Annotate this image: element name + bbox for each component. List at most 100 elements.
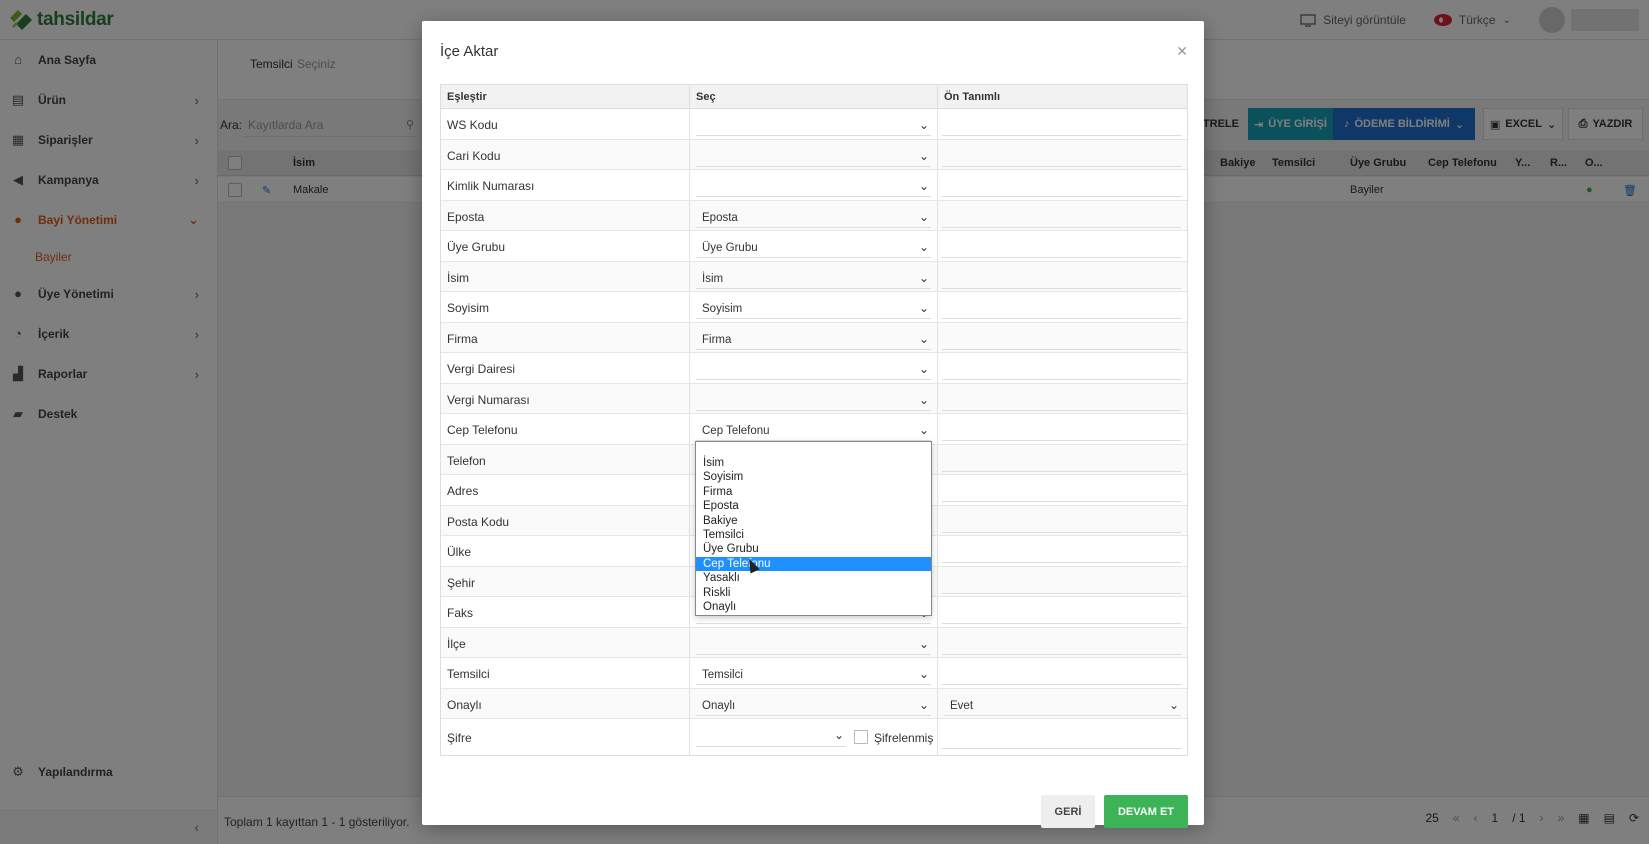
column-select[interactable]: Soyisim ⌄ bbox=[696, 295, 931, 319]
field-label: Kimlik Numarası bbox=[441, 170, 690, 200]
dropdown-option[interactable]: Bakiye bbox=[696, 514, 931, 528]
default-value-input[interactable] bbox=[942, 112, 1181, 136]
field-label: WS Kodu bbox=[441, 109, 690, 139]
chevron-down-icon: ⌄ bbox=[918, 636, 929, 651]
default-value-input[interactable] bbox=[942, 631, 1181, 655]
dropdown-option[interactable]: Temsilci bbox=[696, 528, 931, 542]
chevron-down-icon: ⌄ bbox=[918, 697, 929, 712]
default-value-input[interactable] bbox=[942, 417, 1181, 441]
field-label: Vergi Numarası bbox=[441, 383, 690, 413]
password-row: Şifre ⌄ Şifrelenmiş bbox=[441, 719, 1187, 755]
dropdown-option[interactable]: Yasaklı bbox=[696, 571, 931, 585]
mapping-table-header: Eşleştir Seç Ön Tanımlı bbox=[441, 85, 1187, 109]
column-select[interactable]: ⌄ bbox=[696, 356, 931, 380]
close-icon[interactable]: ✕ bbox=[1176, 43, 1188, 60]
dropdown-option[interactable]: Eposta bbox=[696, 499, 931, 513]
default-value-input[interactable] bbox=[942, 661, 1181, 685]
chevron-down-icon: ⌄ bbox=[918, 667, 929, 681]
modal-title: İçe Aktar bbox=[440, 43, 499, 60]
default-value-input[interactable] bbox=[942, 295, 1181, 319]
mapping-row: Temsilci Temsilci ⌄ bbox=[441, 658, 1187, 689]
column-select[interactable]: ⌄ bbox=[696, 387, 931, 411]
field-label: Faks bbox=[441, 597, 690, 627]
chevron-down-icon: ⌄ bbox=[833, 728, 844, 742]
field-label: İsim bbox=[441, 261, 690, 291]
column-select[interactable]: Firma ⌄ bbox=[696, 326, 931, 350]
mapping-row: WS Kodu ⌄ bbox=[441, 109, 1187, 140]
column-select-value: Üye Grubu bbox=[702, 242, 758, 254]
column-select[interactable]: İsim ⌄ bbox=[696, 265, 931, 289]
column-header-match: Eşleştir bbox=[441, 85, 690, 108]
password-default-input[interactable] bbox=[942, 725, 1181, 749]
column-select[interactable]: ⌄ bbox=[696, 173, 931, 197]
mapping-row: Vergi Dairesi ⌄ bbox=[441, 353, 1187, 384]
chevron-down-icon: ⌄ bbox=[918, 209, 929, 224]
chevron-down-icon: ⌄ bbox=[918, 362, 929, 376]
column-select-value: İsim bbox=[702, 272, 724, 285]
default-value-input[interactable] bbox=[942, 509, 1181, 533]
default-value-input[interactable] bbox=[942, 326, 1181, 350]
dropdown-option[interactable]: Onaylı bbox=[696, 600, 931, 614]
dropdown-option[interactable]: İsim bbox=[696, 456, 931, 470]
default-value-input[interactable] bbox=[942, 387, 1181, 411]
column-header-select: Seç bbox=[690, 85, 938, 108]
mapping-table: Eşleştir Seç Ön Tanımlı WS Kodu ⌄ Cari Kod… bbox=[440, 84, 1188, 756]
default-value-input[interactable] bbox=[942, 143, 1181, 167]
field-label: Vergi Dairesi bbox=[441, 353, 690, 383]
mapping-row: Cari Kodu ⌄ bbox=[441, 139, 1187, 170]
column-select[interactable]: Üye Grubu ⌄ bbox=[696, 234, 931, 258]
column-select[interactable]: Cep Telefonu ⌄ bbox=[696, 417, 931, 441]
default-value-input[interactable] bbox=[942, 265, 1181, 289]
default-value-input[interactable] bbox=[942, 234, 1181, 258]
dropdown-option[interactable]: Cep Telefonu bbox=[696, 556, 931, 572]
field-label: İlçe bbox=[441, 627, 690, 657]
mapping-row: Eposta Eposta ⌄ bbox=[441, 200, 1187, 231]
default-value-input[interactable] bbox=[942, 448, 1181, 472]
column-select[interactable]: ⌄ bbox=[696, 143, 931, 167]
chevron-down-icon: ⌄ bbox=[918, 392, 929, 407]
default-value-input[interactable] bbox=[942, 600, 1181, 624]
mapping-row: İlçe ⌄ bbox=[441, 627, 1187, 658]
default-value-input[interactable] bbox=[942, 539, 1181, 563]
back-button[interactable]: GERİ bbox=[1041, 795, 1095, 828]
chevron-down-icon: ⌄ bbox=[918, 270, 929, 285]
column-select[interactable]: Eposta ⌄ bbox=[696, 204, 931, 228]
column-select-value: Cep Telefonu bbox=[702, 425, 770, 437]
field-label: Firma bbox=[441, 322, 690, 352]
column-select[interactable]: ⌄ bbox=[696, 631, 931, 655]
default-value-input[interactable] bbox=[942, 478, 1181, 502]
default-value-input[interactable] bbox=[942, 204, 1181, 228]
default-value-select[interactable]: Evet ⌄ bbox=[944, 692, 1181, 716]
mapping-row: Vergi Numarası ⌄ bbox=[441, 383, 1187, 414]
column-header-default: Ön Tanımlı bbox=[944, 91, 1001, 103]
column-select-value: Soyisim bbox=[702, 303, 743, 315]
encrypted-label: Şifrelenmiş bbox=[874, 731, 934, 745]
continue-button[interactable]: DEVAM ET bbox=[1104, 795, 1188, 828]
mapping-row: Kimlik Numarası ⌄ bbox=[441, 170, 1187, 201]
password-column-select[interactable]: ⌄ bbox=[696, 725, 846, 747]
field-label: Cari Kodu bbox=[441, 139, 690, 169]
default-value: Evet bbox=[950, 699, 974, 712]
import-modal: İçe Aktar ✕ Eşleştir Seç Ön Tanımlı WS K… bbox=[422, 21, 1204, 828]
dropdown-option[interactable]: Firma bbox=[696, 485, 931, 499]
default-value-input[interactable] bbox=[942, 356, 1181, 380]
chevron-down-icon: ⌄ bbox=[918, 148, 929, 163]
field-label: Soyisim bbox=[441, 292, 690, 322]
encrypted-checkbox[interactable] bbox=[854, 730, 868, 744]
field-label: Üye Grubu bbox=[441, 231, 690, 261]
default-value-input[interactable] bbox=[942, 173, 1181, 197]
default-value-input[interactable] bbox=[942, 570, 1181, 594]
field-label: Adres bbox=[441, 475, 690, 505]
column-select[interactable]: Onaylı ⌄ bbox=[696, 692, 931, 716]
column-select[interactable]: Temsilci ⌄ bbox=[696, 661, 931, 685]
dropdown-option[interactable]: Üye Grubu bbox=[696, 542, 931, 556]
mapping-row: Cep Telefonu Cep Telefonu ⌄ bbox=[441, 414, 1187, 445]
field-label: Şehir bbox=[441, 566, 690, 596]
field-label: Cep Telefonu bbox=[441, 414, 690, 444]
dropdown-option[interactable]: Riskli bbox=[696, 586, 931, 600]
select-dropdown-list: İsim Soyisim Firma Eposta Bakiye Temsilci Üye … bbox=[695, 441, 932, 616]
dropdown-option[interactable]: Soyisim bbox=[696, 470, 931, 484]
field-label: Ülke bbox=[441, 536, 690, 566]
column-select[interactable]: ⌄ bbox=[696, 112, 931, 136]
field-label: Onaylı bbox=[441, 688, 690, 718]
